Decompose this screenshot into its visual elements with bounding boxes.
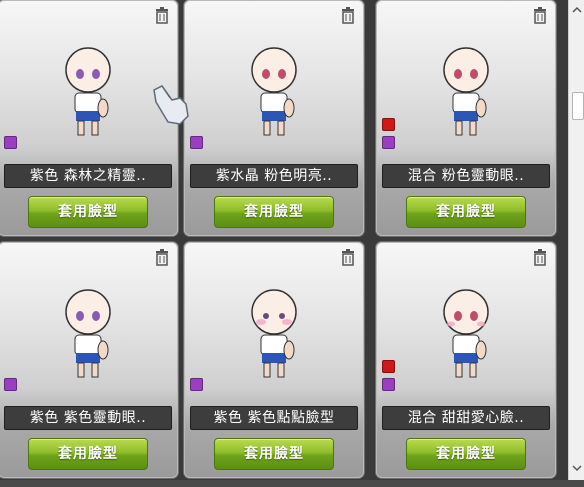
apply-face-button[interactable]: 套用臉型 (28, 438, 148, 470)
character-avatar (443, 289, 489, 378)
apply-face-button[interactable]: 套用臉型 (406, 438, 526, 470)
character-avatar (251, 47, 297, 136)
scrollbar-thumb[interactable] (572, 92, 584, 120)
face-name-label: 混合 甜甜愛心臉.. (382, 406, 550, 430)
color-swatch (190, 136, 203, 149)
trash-icon[interactable] (340, 248, 356, 266)
color-swatch (382, 360, 395, 373)
trash-icon[interactable] (154, 248, 170, 266)
character-avatar (65, 47, 111, 136)
face-card: 混合 甜甜愛心臉.. 套用臉型 (376, 242, 556, 478)
scrollbar[interactable] (568, 0, 584, 480)
trash-icon[interactable] (532, 6, 548, 24)
face-name-label: 紫水晶 粉色明亮.. (190, 164, 358, 188)
character-avatar (251, 289, 297, 378)
color-swatch (382, 378, 395, 391)
bottom-strip (0, 480, 584, 487)
trash-icon[interactable] (154, 6, 170, 24)
color-swatch (382, 136, 395, 149)
face-list: 紫色 森林之精靈.. 套用臉型 紫水晶 粉色明亮.. 套用臉型 混合 粉色靈動眼… (0, 0, 566, 480)
trash-icon[interactable] (340, 6, 356, 24)
color-swatch (4, 136, 17, 149)
trash-icon[interactable] (532, 248, 548, 266)
apply-face-button[interactable]: 套用臉型 (406, 196, 526, 228)
face-card: 紫水晶 粉色明亮.. 套用臉型 (184, 0, 364, 236)
face-card: 紫色 紫色點點臉型 套用臉型 (184, 242, 364, 478)
scroll-up-icon[interactable] (571, 4, 583, 16)
face-name-label: 混合 粉色靈動眼.. (382, 164, 550, 188)
face-name-label: 紫色 森林之精靈.. (4, 164, 172, 188)
face-name-label: 紫色 紫色靈動眼.. (4, 406, 172, 430)
apply-face-button[interactable]: 套用臉型 (28, 196, 148, 228)
eye-left (76, 69, 84, 79)
character-avatar (65, 289, 111, 378)
color-swatch (4, 378, 17, 391)
scroll-down-icon[interactable] (571, 462, 583, 474)
color-swatch (190, 378, 203, 391)
face-name-label: 紫色 紫色點點臉型 (190, 406, 358, 430)
face-card: 混合 粉色靈動眼.. 套用臉型 (376, 0, 556, 236)
color-swatch (382, 118, 395, 131)
hand-pointer-icon (153, 85, 189, 125)
apply-face-button[interactable]: 套用臉型 (214, 196, 334, 228)
apply-face-button[interactable]: 套用臉型 (214, 438, 334, 470)
face-card: 紫色 紫色靈動眼.. 套用臉型 (0, 242, 178, 478)
character-avatar (443, 47, 489, 136)
